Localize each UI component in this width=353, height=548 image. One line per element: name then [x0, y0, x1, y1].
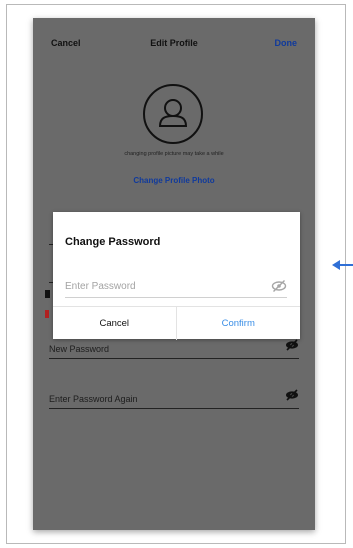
dialog-confirm-button[interactable]: Confirm [177, 307, 301, 340]
eye-off-icon[interactable] [271, 279, 287, 298]
arrow-left-icon [332, 258, 353, 277]
dialog-password-input[interactable]: Enter Password [65, 277, 287, 298]
nav-cancel-button[interactable]: Cancel [51, 38, 81, 48]
user-icon [158, 99, 188, 127]
password-again-label: Enter Password Again [49, 394, 138, 404]
password-placeholder: Enter Password [65, 281, 136, 292]
dialog-cancel-button[interactable]: Cancel [53, 307, 177, 340]
background-error-marker [45, 310, 49, 318]
dialog-actions: Cancel Confirm [53, 306, 300, 340]
avatar[interactable] [143, 84, 203, 144]
eye-off-icon[interactable] [285, 338, 299, 356]
change-password-dialog: Change Password Enter Password Cancel Co… [53, 212, 300, 340]
password-again-field[interactable]: Enter Password Again [49, 386, 299, 409]
navigation-bar: Cancel Edit Profile Done [33, 18, 315, 68]
eye-off-icon[interactable] [285, 388, 299, 406]
nav-done-button[interactable]: Done [275, 38, 298, 48]
new-password-label: New Password [49, 344, 110, 354]
profile-photo-hint: changing profile picture may take a whil… [124, 151, 224, 157]
background-section-marker [45, 290, 50, 298]
dialog-title: Change Password [65, 236, 161, 248]
change-profile-photo-link[interactable]: Change Profile Photo [33, 176, 315, 185]
